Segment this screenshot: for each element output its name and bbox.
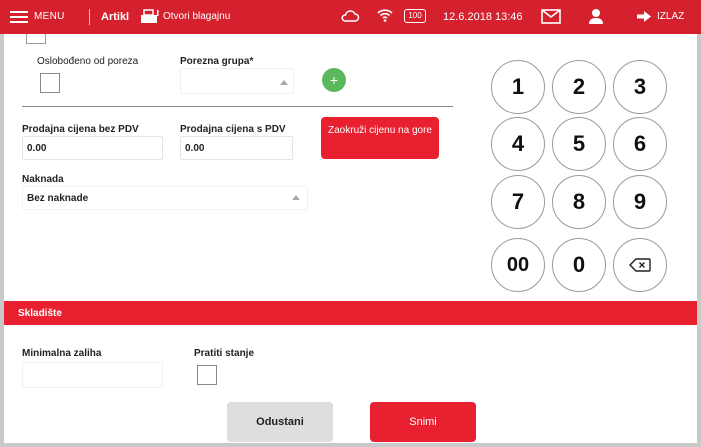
tax-group-select[interactable] (180, 68, 294, 94)
key-00[interactable]: 00 (491, 238, 545, 292)
wifi-icon (377, 7, 393, 26)
price-vat-label: Prodajna cijena s PDV (180, 124, 286, 135)
hamburger-icon[interactable] (10, 11, 28, 23)
track-stock-label: Pratiti stanje (194, 348, 255, 359)
key-9[interactable]: 9 (613, 175, 667, 229)
price-no-vat-label: Prodajna cijena bez PDV (22, 124, 139, 135)
warehouse-section-header: Skladište (4, 301, 697, 325)
exit-arrow-icon[interactable] (636, 10, 652, 26)
key-6[interactable]: 6 (613, 117, 667, 171)
track-stock-checkbox[interactable] (197, 365, 217, 385)
backspace-icon (629, 258, 651, 272)
key-5[interactable]: 5 (552, 117, 606, 171)
caret-up-icon (292, 195, 300, 200)
datetime-label: 12.6.2018 13:46 (443, 11, 523, 23)
key-0[interactable]: 0 (552, 238, 606, 292)
mail-icon[interactable] (541, 9, 561, 27)
exit-button[interactable]: IZLAZ (657, 11, 684, 22)
min-stock-input[interactable] (22, 362, 163, 388)
price-vat-input[interactable]: 0.00 (180, 136, 293, 160)
round-price-button[interactable]: Zaokruži cijenu na gore (321, 117, 439, 159)
cancel-button[interactable]: Odustani (227, 402, 333, 442)
caret-up-icon (280, 80, 288, 85)
fee-label: Naknada (22, 174, 64, 185)
tax-exempt-label: Oslobođeno od poreza (37, 56, 139, 67)
tax-exempt-checkbox[interactable] (40, 73, 60, 93)
cloud-icon (340, 9, 360, 26)
key-2[interactable]: 2 (552, 60, 606, 114)
backspace-key[interactable] (613, 238, 667, 292)
key-4[interactable]: 4 (491, 117, 545, 171)
user-icon[interactable] (588, 8, 604, 28)
save-button[interactable]: Snimi (370, 402, 476, 442)
add-tax-group-button[interactable]: + (322, 68, 346, 92)
cash-register-icon[interactable] (140, 8, 160, 27)
divider (89, 9, 90, 25)
min-stock-label: Minimalna zaliha (22, 348, 102, 359)
key-8[interactable]: 8 (552, 175, 606, 229)
fee-select[interactable]: Bez naknade (22, 186, 308, 210)
menu-button[interactable]: MENU (34, 11, 65, 22)
open-register-button[interactable]: Otvori blagajnu (163, 11, 230, 22)
breadcrumb-artikl: Artikl (101, 11, 130, 23)
key-1[interactable]: 1 (491, 60, 545, 114)
divider (22, 106, 453, 107)
top-bar: MENU Artikl Otvori blagajnu 100 12.6.201… (0, 0, 701, 34)
tax-group-label: Porezna grupa* (180, 56, 254, 67)
battery-icon: 100 (404, 9, 426, 23)
price-no-vat-input[interactable]: 0.00 (22, 136, 163, 160)
key-7[interactable]: 7 (491, 175, 545, 229)
key-3[interactable]: 3 (613, 60, 667, 114)
partial-checkbox[interactable] (26, 34, 46, 44)
